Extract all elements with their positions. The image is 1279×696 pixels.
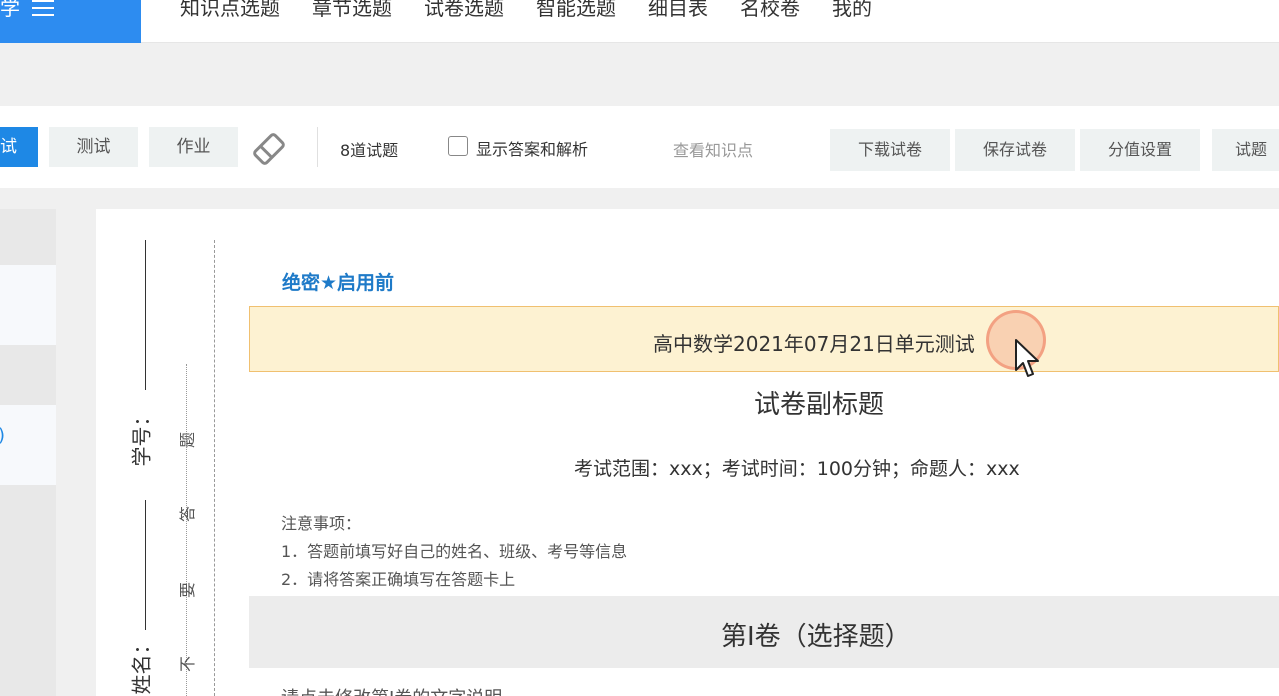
brand-label: 学	[0, 0, 20, 20]
note-item[interactable]: 1．答题前填写好自己的姓名、班级、考号等信息	[281, 538, 627, 562]
paper-title[interactable]: 高中数学2021年07月21日单元测试	[653, 328, 975, 357]
exam-info[interactable]: 考试范围：xxx；考试时间：100分钟；命题人：xxx	[574, 454, 1020, 481]
warning-dotted-line	[186, 364, 187, 696]
top-nav-bar: 学 知识点选题 章节选题 试卷选题 智能选题 细目表 名校卷 我的	[0, 0, 1279, 43]
left-panel-item[interactable]	[0, 265, 56, 345]
show-answer-checkbox[interactable]	[448, 136, 468, 156]
warning-char: 要	[178, 581, 198, 599]
question-more-button[interactable]: 试题	[1212, 129, 1279, 171]
secret-label[interactable]: 绝密★启用前	[282, 268, 394, 295]
save-paper-button[interactable]: 保存试卷	[955, 129, 1075, 171]
show-answer-label[interactable]: 显示答案和解析	[476, 136, 588, 160]
name-label: 姓名：	[129, 634, 154, 695]
paper-subtitle[interactable]: 试卷副标题	[754, 384, 884, 421]
left-panel-item[interactable]	[0, 405, 56, 485]
student-id-label: 学号：	[129, 406, 154, 467]
paper-toolbar: 试 测试 作业 8道试题 显示答案和解析 查看知识点 下载试卷 保存试卷 分值设…	[0, 106, 1279, 188]
brand-block[interactable]: 学	[0, 0, 141, 43]
main-nav: 知识点选题 章节选题 试卷选题 智能选题 细目表 名校卷 我的	[180, 0, 872, 21]
score-settings-button[interactable]: 分值设置	[1080, 129, 1200, 171]
warning-char: 题	[178, 431, 198, 449]
nav-detail-table[interactable]: 细目表	[648, 0, 708, 21]
question-count: 8道试题	[340, 141, 399, 160]
nav-paper-select[interactable]: 试卷选题	[424, 0, 504, 21]
nav-knowledge-select[interactable]: 知识点选题	[180, 0, 280, 21]
view-knowledge-link[interactable]: 查看知识点	[673, 137, 753, 161]
menu-icon[interactable]	[32, 0, 54, 18]
notes-title[interactable]: 注意事项：	[281, 510, 361, 534]
eraser-icon[interactable]	[249, 129, 289, 169]
toolbar-divider	[317, 127, 318, 167]
warning-char: 不	[178, 655, 198, 673]
nav-smart-select[interactable]: 智能选题	[536, 0, 616, 21]
mode-exam-button[interactable]: 试	[0, 127, 38, 167]
name-line	[145, 500, 146, 630]
gray-band	[0, 44, 1279, 106]
nav-famous-school[interactable]: 名校卷	[740, 0, 800, 21]
mode-test-button[interactable]: 测试	[49, 127, 138, 167]
mode-homework-button[interactable]: 作业	[149, 127, 238, 167]
section-description[interactable]: 请点击修改第I卷的文字说明	[281, 684, 502, 696]
note-item[interactable]: 2．请将答案正确填写在答题卡上	[281, 566, 515, 590]
mouse-cursor-icon	[1015, 339, 1039, 377]
left-panel	[0, 209, 56, 696]
nav-mine[interactable]: 我的	[832, 0, 872, 21]
download-paper-button[interactable]: 下载试卷	[830, 129, 950, 171]
warning-char: 答	[178, 505, 198, 523]
nav-chapter-select[interactable]: 章节选题	[312, 0, 392, 21]
binding-dashed-line	[214, 240, 215, 696]
section-title[interactable]: 第I卷（选择题）	[721, 616, 911, 653]
left-panel-paren: )	[0, 425, 5, 446]
student-id-line	[145, 240, 146, 390]
